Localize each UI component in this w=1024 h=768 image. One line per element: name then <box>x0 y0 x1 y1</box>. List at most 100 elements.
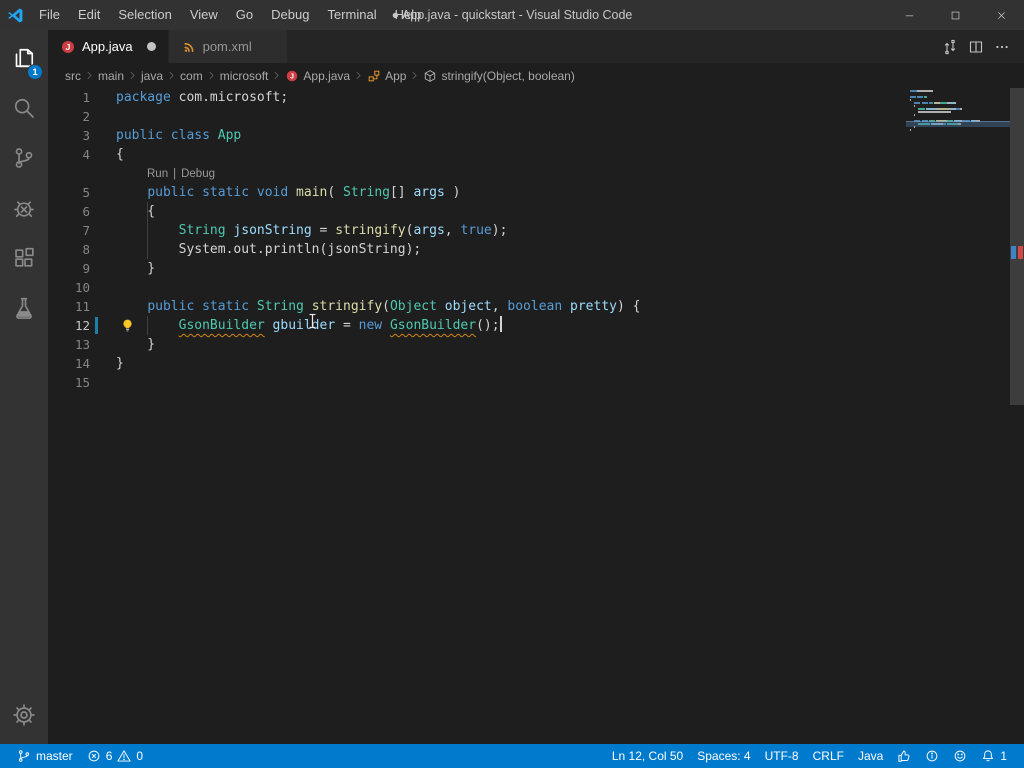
line-number[interactable]: 2 <box>48 107 116 126</box>
code-line[interactable]: 13 } <box>48 335 1024 354</box>
menu-go[interactable]: Go <box>227 0 262 30</box>
minimize-button[interactable] <box>886 0 932 30</box>
close-button[interactable] <box>978 0 1024 30</box>
code-editor[interactable]: 1package com.microsoft;23public class Ap… <box>48 88 1024 744</box>
split-editor-icon[interactable] <box>968 39 984 55</box>
menu-file[interactable]: File <box>30 0 69 30</box>
code-line[interactable]: 11 public static String stringify(Object… <box>48 297 1024 316</box>
menu-selection[interactable]: Selection <box>109 0 180 30</box>
code-content[interactable]: System.out.println(jsonString); <box>116 240 421 259</box>
menu-debug[interactable]: Debug <box>262 0 318 30</box>
encoding-label: UTF-8 <box>765 749 799 763</box>
open-changes-icon[interactable] <box>942 39 958 55</box>
breadcrumb-item[interactable]: App <box>367 69 406 83</box>
breadcrumb-item[interactable]: stringify(Object, boolean) <box>423 69 574 83</box>
code-line[interactable]: 1package com.microsoft; <box>48 88 1024 107</box>
activity-explorer[interactable]: 1 <box>0 33 48 83</box>
git-branch-status[interactable]: master <box>10 744 80 768</box>
code-line[interactable]: 4{ <box>48 145 1024 164</box>
breadcrumb-item[interactable]: src <box>65 69 81 83</box>
menu-terminal[interactable]: Terminal <box>318 0 385 30</box>
smiley-icon <box>953 749 967 763</box>
encoding[interactable]: UTF-8 <box>758 749 806 763</box>
minimap-line <box>910 96 1010 98</box>
thumbsup-icon <box>897 749 911 763</box>
activity-search[interactable] <box>0 83 48 133</box>
code-content[interactable]: { <box>116 145 124 164</box>
activity-manage[interactable] <box>0 690 48 740</box>
line-number[interactable]: 11 <box>48 297 116 316</box>
line-number[interactable]: 3 <box>48 126 116 145</box>
more-actions-icon[interactable] <box>994 39 1010 55</box>
editor-group: JApp.javapom.xml srcmainjavacommicrosoft… <box>48 30 1024 744</box>
problems-status-label: 0 <box>136 749 143 763</box>
code-content[interactable]: GsonBuilder gbuilder = new GsonBuilder()… <box>116 316 502 335</box>
line-number[interactable]: 6 <box>48 202 116 221</box>
lightbulb-icon[interactable] <box>120 318 135 333</box>
line-number[interactable]: 12 <box>48 316 116 335</box>
editor-actions <box>942 30 1024 63</box>
tweet-feedback[interactable] <box>946 749 974 763</box>
codelens-run[interactable]: Run <box>147 168 168 180</box>
breadcrumb-item[interactable]: com <box>180 69 203 83</box>
language-mode[interactable]: Java <box>851 749 890 763</box>
breadcrumb-item[interactable]: JApp.java <box>285 69 350 83</box>
svg-text:J: J <box>66 42 71 52</box>
code-line[interactable]: 7 String jsonString = stringify(args, tr… <box>48 221 1024 240</box>
code-line[interactable]: 9 } <box>48 259 1024 278</box>
eol-sequence[interactable]: CRLF <box>806 749 851 763</box>
code-line[interactable]: 14} <box>48 354 1024 373</box>
breadcrumb-item[interactable]: microsoft <box>220 69 269 83</box>
line-number[interactable]: 5 <box>48 183 116 202</box>
line-number[interactable]: 14 <box>48 354 116 373</box>
svg-text:J: J <box>290 71 294 80</box>
breadcrumb-separator-icon <box>166 70 177 81</box>
minimap-line <box>910 108 1010 110</box>
tab-app-java[interactable]: JApp.java <box>48 30 169 63</box>
vertical-scrollbar[interactable] <box>1010 88 1024 405</box>
menu-edit[interactable]: Edit <box>69 0 109 30</box>
code-content[interactable]: package com.microsoft; <box>116 88 288 107</box>
code-content[interactable]: public static String stringify(Object ob… <box>116 297 640 316</box>
line-number[interactable]: 10 <box>48 278 116 297</box>
code-content[interactable]: public class App <box>116 126 241 145</box>
code-line[interactable]: 5 public static void main( String[] args… <box>48 183 1024 202</box>
line-number[interactable]: 7 <box>48 221 116 240</box>
activity-debug[interactable] <box>0 183 48 233</box>
code-line[interactable]: 3public class App <box>48 126 1024 145</box>
problems-status[interactable]: 60 <box>80 744 150 768</box>
code-line[interactable]: 10 <box>48 278 1024 297</box>
minimap[interactable] <box>910 90 1010 135</box>
line-number[interactable]: 4 <box>48 145 116 164</box>
activity-extensions[interactable] <box>0 233 48 283</box>
activity-source-control[interactable] <box>0 133 48 183</box>
code-line[interactable]: 2 <box>48 107 1024 126</box>
activity-test[interactable] <box>0 283 48 333</box>
menu-view[interactable]: View <box>181 0 227 30</box>
line-number[interactable]: 13 <box>48 335 116 354</box>
line-number[interactable]: 15 <box>48 373 116 392</box>
maximize-button[interactable] <box>932 0 978 30</box>
code-line[interactable]: 12 GsonBuilder gbuilder = new GsonBuilde… <box>48 316 1024 335</box>
breadcrumb-item[interactable]: java <box>141 69 163 83</box>
java-server-status[interactable] <box>918 749 946 763</box>
code-line[interactable]: 6 { <box>48 202 1024 221</box>
code-content[interactable]: } <box>116 354 124 373</box>
indentation[interactable]: Spaces: 4 <box>690 749 757 763</box>
line-number[interactable]: 1 <box>48 88 116 107</box>
code-content[interactable]: { <box>116 202 155 221</box>
code-content[interactable]: } <box>116 335 155 354</box>
codelens-debug[interactable]: Debug <box>181 168 215 180</box>
notifications[interactable]: 1 <box>974 749 1014 763</box>
feedback-thumbsup[interactable] <box>890 749 918 763</box>
code-line[interactable]: 15 <box>48 373 1024 392</box>
code-content[interactable]: public static void main( String[] args ) <box>116 183 460 202</box>
line-number[interactable]: 8 <box>48 240 116 259</box>
breadcrumb-item[interactable]: main <box>98 69 124 83</box>
line-number[interactable]: 9 <box>48 259 116 278</box>
cursor-position[interactable]: Ln 12, Col 50 <box>605 749 690 763</box>
code-line[interactable]: 8 System.out.println(jsonString); <box>48 240 1024 259</box>
code-content[interactable]: } <box>116 259 155 278</box>
tab-pom-xml[interactable]: pom.xml <box>169 30 288 63</box>
code-content[interactable]: String jsonString = stringify(args, true… <box>116 221 507 240</box>
